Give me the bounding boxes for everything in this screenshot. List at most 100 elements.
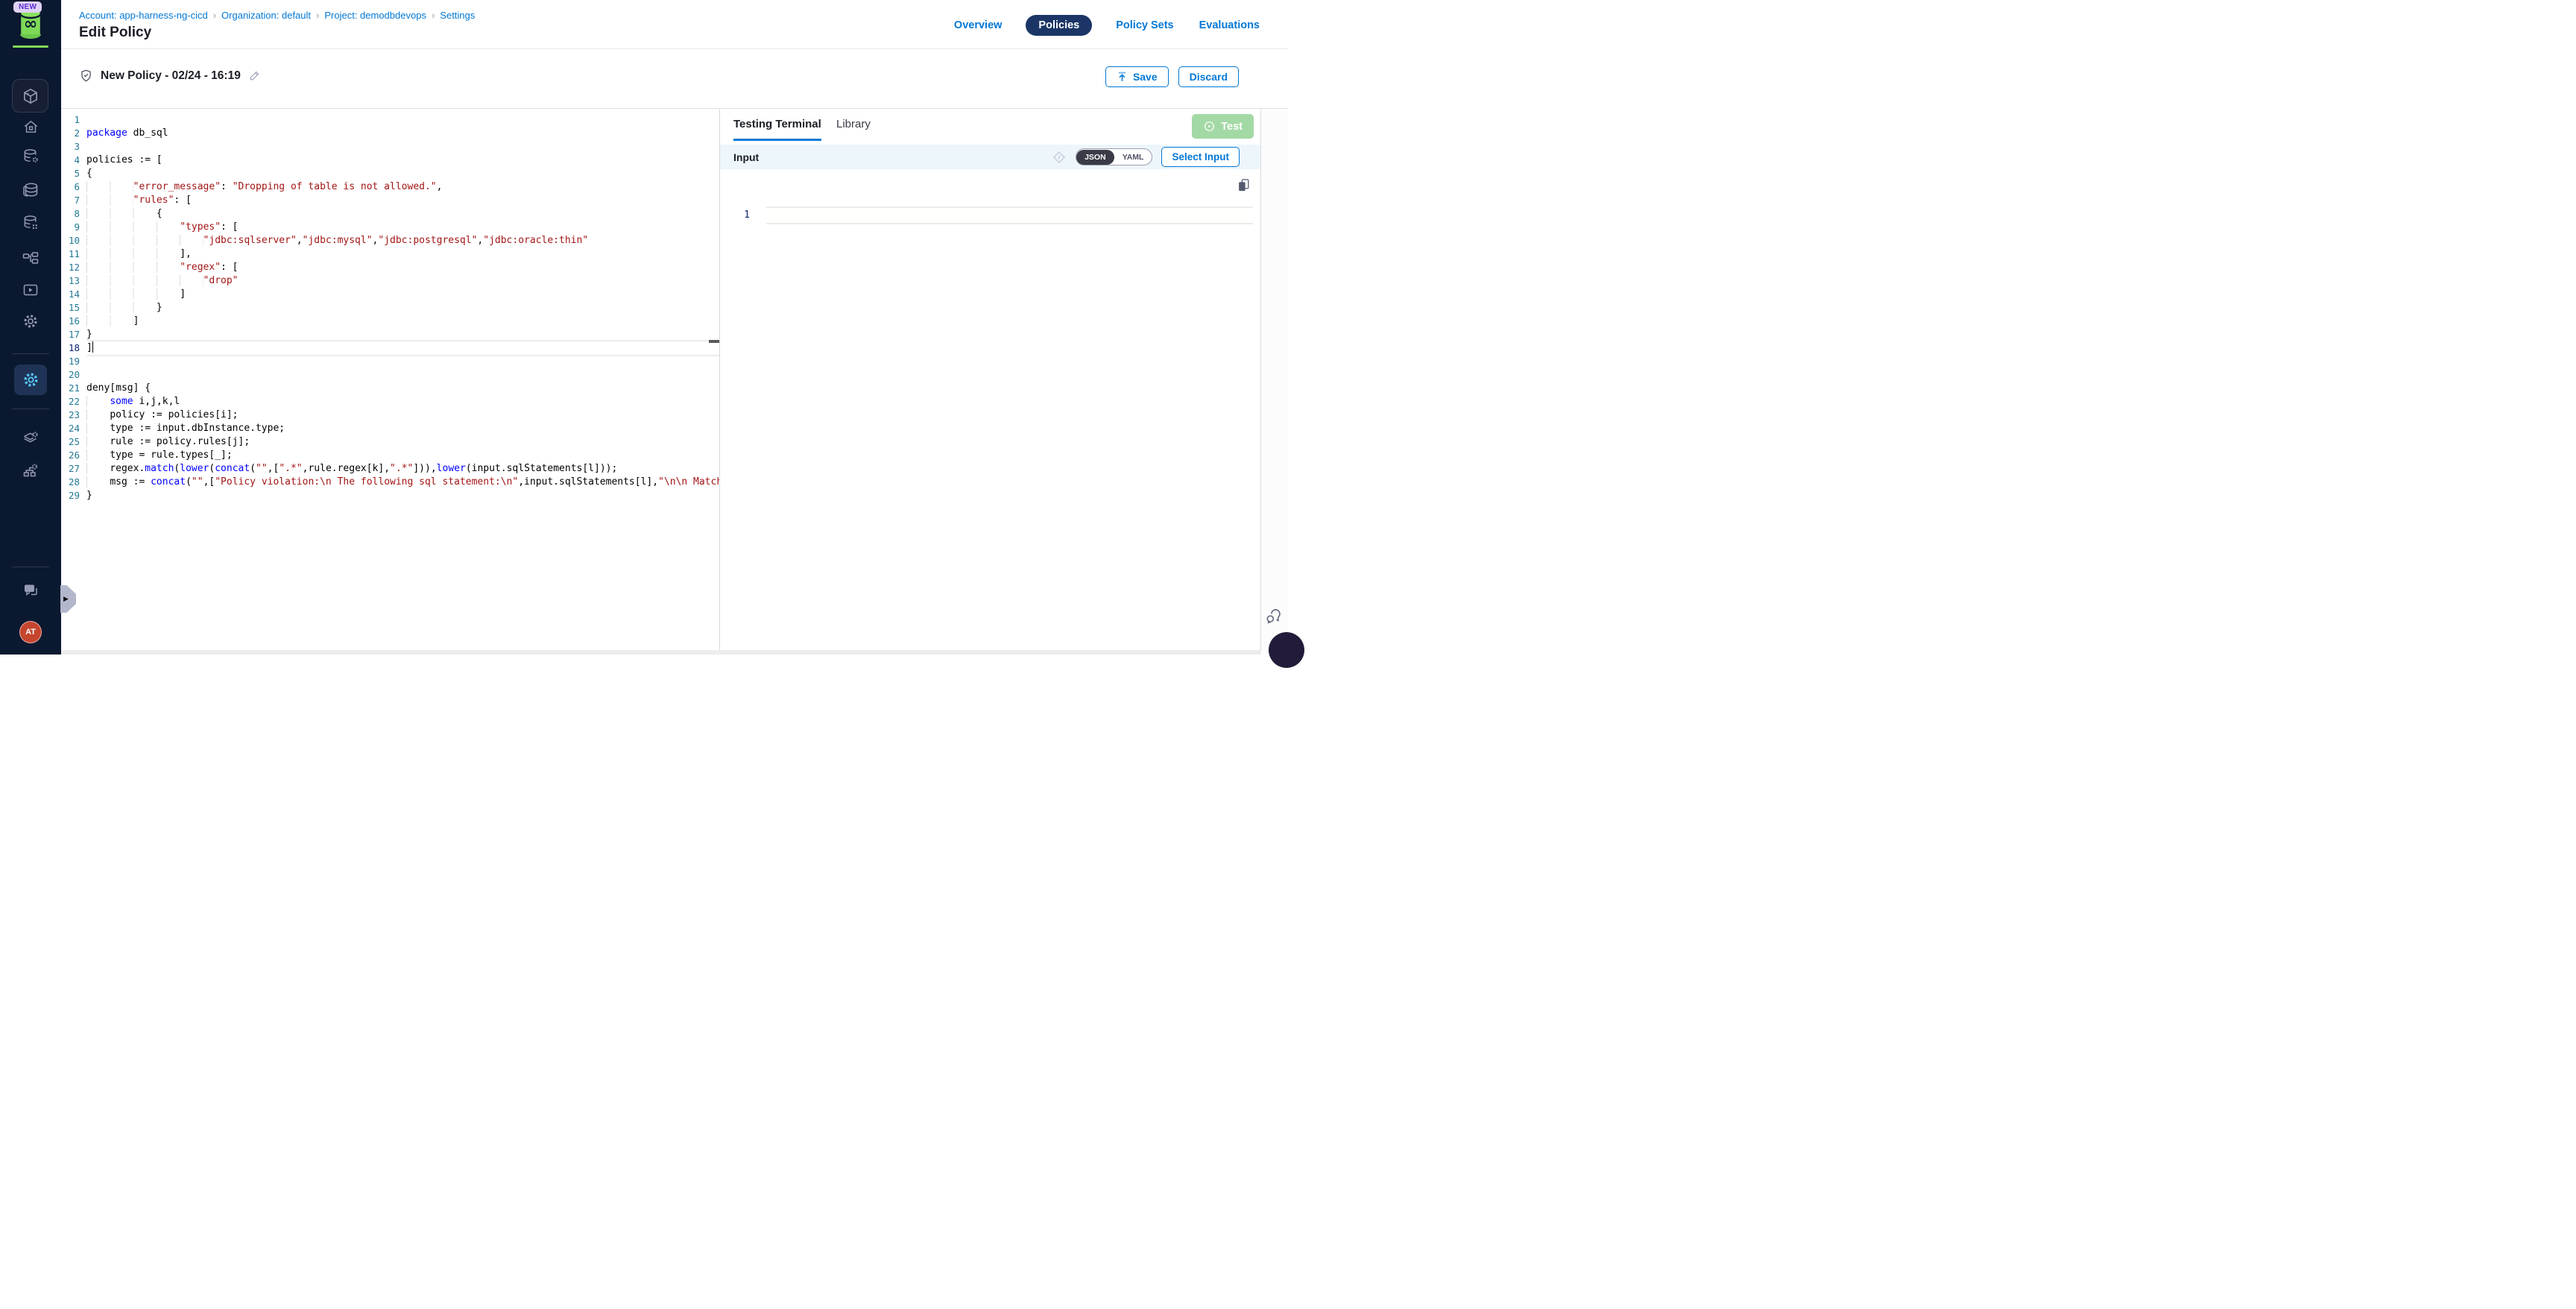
code-line-10[interactable]: "jdbc:sqlserver","jdbc:mysql","jdbc:post…: [86, 234, 719, 247]
editor-gutter: 1234567891011121314151617181920212223242…: [61, 113, 86, 502]
code-line-29[interactable]: }: [86, 489, 719, 502]
format-toggle[interactable]: JSON YAML: [1076, 148, 1152, 165]
nav-tab-policies[interactable]: Policies: [1026, 15, 1092, 36]
code-line-2[interactable]: package db_sql: [86, 127, 719, 140]
sidebar-item-pipelines[interactable]: [22, 249, 40, 267]
line-number: 21: [61, 382, 86, 395]
sidebar-item-help[interactable]: ?: [22, 581, 40, 599]
code-line-27[interactable]: regex.match(lower(concat("",[".*",rule.r…: [86, 462, 719, 476]
terminal-line-number: 1: [720, 206, 756, 224]
sidebar-item-executions[interactable]: [22, 281, 40, 299]
breadcrumb-project[interactable]: Project: demodbdevops: [324, 10, 426, 21]
breadcrumb-account[interactable]: Account: app-harness-ng-cicd: [79, 10, 208, 21]
code-line-23[interactable]: policy := policies[i];: [86, 409, 719, 422]
input-bar: Input JSON YAML Select Input: [720, 145, 1260, 169]
line-number: 8: [61, 207, 86, 221]
code-line-7[interactable]: "rules": [: [86, 194, 719, 207]
edit-pencil-icon[interactable]: [248, 69, 261, 82]
code-line-11[interactable]: ],: [86, 247, 719, 261]
code-line-16[interactable]: ]: [86, 315, 719, 328]
module-selector-button[interactable]: [12, 79, 48, 113]
editor-code[interactable]: package db_sqlpolicies := [{ "error_mess…: [86, 113, 719, 502]
chat-bubbles-icon[interactable]: [1264, 608, 1283, 626]
play-circle-icon: [1203, 120, 1216, 133]
line-number: 15: [61, 301, 86, 315]
code-line-15[interactable]: }: [86, 301, 719, 315]
code-line-26[interactable]: type = rule.types[_];: [86, 449, 719, 462]
tab-library[interactable]: Library: [836, 118, 871, 139]
org-gear-icon: [22, 461, 40, 479]
text-cursor: [92, 341, 94, 353]
line-number: 9: [61, 221, 86, 234]
database-gear-icon: [22, 148, 40, 165]
sidebar-item-db-instances[interactable]: [22, 213, 40, 231]
editor-hscrollbar[interactable]: [61, 650, 1261, 654]
save-button[interactable]: Save: [1105, 66, 1169, 87]
policy-name: New Policy - 02/24 - 16:19: [101, 69, 241, 83]
copy-icon[interactable]: [1237, 178, 1250, 192]
line-number: 14: [61, 288, 86, 301]
code-line-13[interactable]: "drop": [86, 274, 719, 288]
code-line-4[interactable]: policies := [: [86, 154, 719, 167]
gear-icon: [22, 312, 40, 330]
breadcrumb-organization[interactable]: Organization: default: [221, 10, 311, 21]
code-line-9[interactable]: "types": [: [86, 221, 719, 234]
tab-testing-terminal[interactable]: Testing Terminal: [733, 118, 821, 141]
discard-button[interactable]: Discard: [1178, 66, 1239, 87]
format-yaml[interactable]: YAML: [1114, 150, 1152, 165]
line-number: 28: [61, 476, 86, 489]
format-json[interactable]: JSON: [1076, 150, 1114, 165]
line-number: 10: [61, 234, 86, 247]
code-line-24[interactable]: type := input.dbInstance.type;: [86, 422, 719, 435]
main-area: 1234567891011121314151617181920212223242…: [61, 108, 1288, 650]
nav-tab-overview[interactable]: Overview: [953, 15, 1004, 36]
sidebar-item-org-settings[interactable]: [22, 461, 40, 479]
play-video-icon: [22, 281, 40, 299]
code-line-5[interactable]: {: [86, 167, 719, 180]
code-line-14[interactable]: ]: [86, 288, 719, 301]
policy-code-editor[interactable]: 1234567891011121314151617181920212223242…: [61, 109, 720, 650]
code-line-22[interactable]: some i,j,k,l: [86, 395, 719, 409]
code-line-28[interactable]: msg := concat("",["Policy violation:\n T…: [86, 476, 719, 489]
shield-check-icon: [79, 69, 93, 83]
nav-tab-evaluations[interactable]: Evaluations: [1198, 15, 1261, 36]
chat-widget-corner[interactable]: [1269, 632, 1304, 668]
policy-toolbar: New Policy - 02/24 - 16:19 Save Discard: [61, 50, 1288, 108]
flowchart-icon: [22, 249, 40, 267]
right-edge-strip: [1261, 109, 1288, 650]
sidebar-item-layers-settings[interactable]: [22, 429, 40, 447]
code-line-19[interactable]: [86, 355, 719, 368]
code-line-21[interactable]: deny[msg] {: [86, 382, 719, 395]
code-line-6[interactable]: "error_message": "Dropping of table is n…: [86, 180, 719, 194]
breadcrumb-separator: ›: [316, 10, 319, 21]
line-number: 4: [61, 154, 86, 167]
code-line-25[interactable]: rule := policy.rules[j];: [86, 435, 719, 449]
code-line-20[interactable]: [86, 368, 719, 382]
logo-underline: [13, 45, 48, 48]
testing-panel: Testing Terminal Library Test Input: [720, 109, 1261, 650]
sidebar-item-settings-active[interactable]: [14, 365, 47, 395]
select-input-button[interactable]: Select Input: [1161, 147, 1240, 167]
user-avatar[interactable]: AT: [19, 621, 42, 643]
sidebar-item-db-settings[interactable]: [22, 147, 40, 165]
code-line-1[interactable]: [86, 113, 719, 127]
line-number: 23: [61, 409, 86, 422]
panel-tabs: Testing Terminal Library Test: [720, 109, 1260, 145]
sidebar-item-db-stack[interactable]: [22, 181, 40, 199]
code-line-18[interactable]: ]: [86, 340, 719, 356]
sidebar-item-project-settings[interactable]: [22, 312, 40, 330]
line-number: 7: [61, 194, 86, 207]
breadcrumb-settings[interactable]: Settings: [440, 10, 475, 21]
expand-arrow-icon: ▶: [63, 595, 69, 603]
terminal-input-line[interactable]: [766, 206, 1253, 224]
test-button[interactable]: Test: [1192, 114, 1254, 139]
nav-tab-policy-sets[interactable]: Policy Sets: [1114, 15, 1175, 36]
code-line-8[interactable]: {: [86, 207, 719, 221]
input-terminal[interactable]: 1: [720, 169, 1260, 650]
sidebar-item-home[interactable]: [22, 118, 40, 136]
code-line-12[interactable]: "regex": [: [86, 261, 719, 274]
database-dots-icon: [22, 214, 40, 231]
line-number: 13: [61, 274, 86, 288]
code-line-3[interactable]: [86, 140, 719, 154]
line-number: 12: [61, 261, 86, 274]
